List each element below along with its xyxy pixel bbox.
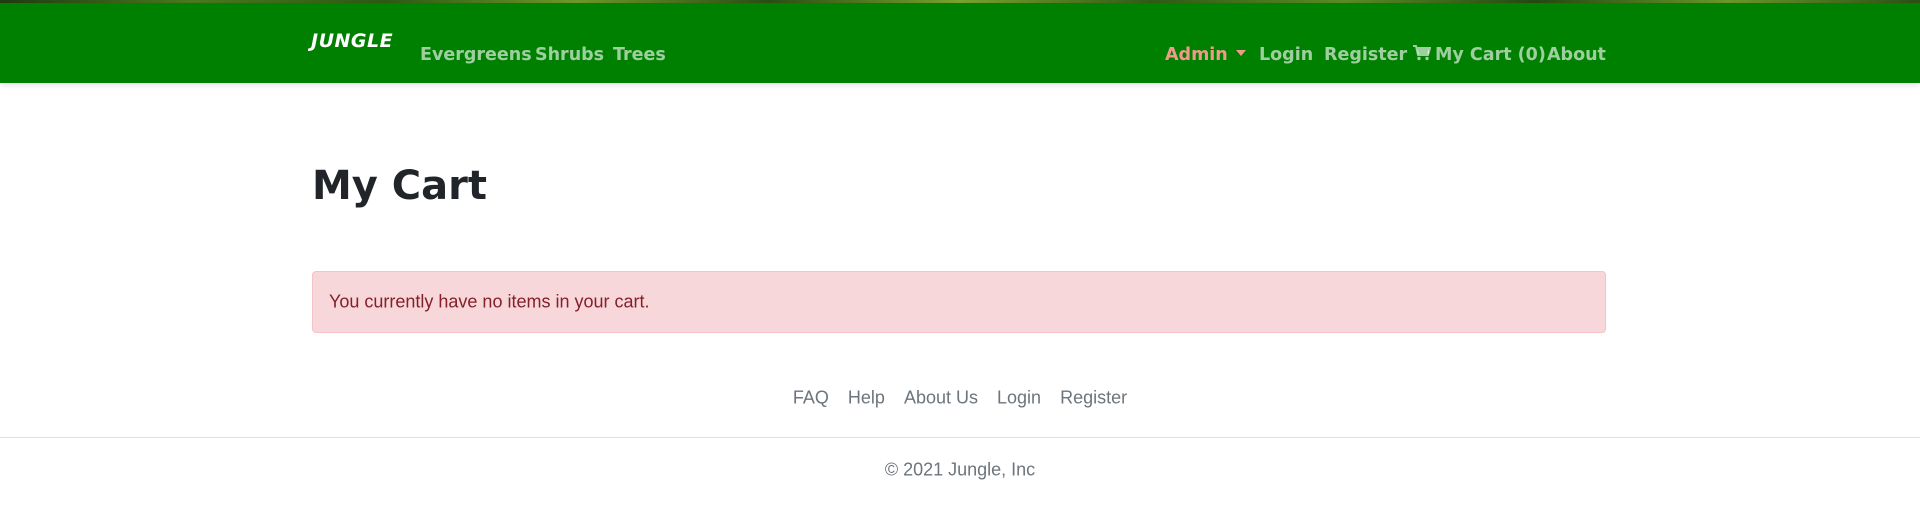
nav-link-about[interactable]: About <box>1547 45 1606 65</box>
nav-link-login[interactable]: Login <box>1259 45 1313 65</box>
cart-label: My Cart (0) <box>1435 45 1546 65</box>
nav-link-evergreens[interactable]: Evergreens <box>420 45 532 65</box>
caret-down-icon <box>1235 50 1246 56</box>
footer-link-faq[interactable]: FAQ <box>793 388 829 408</box>
footer-link-about-us[interactable]: About Us <box>904 388 978 408</box>
empty-cart-alert: You currently have no items in your cart… <box>312 271 1606 333</box>
nav-link-cart[interactable]: My Cart (0) <box>1413 45 1546 65</box>
footer-link-help[interactable]: Help <box>848 388 885 408</box>
empty-cart-message: You currently have no items in your cart… <box>329 291 650 312</box>
page-title: My Cart <box>312 163 487 209</box>
footer-link-login[interactable]: Login <box>997 388 1041 408</box>
nav-link-trees[interactable]: Trees <box>613 45 666 65</box>
footer-divider <box>0 437 1920 438</box>
admin-label: Admin <box>1165 45 1228 65</box>
footer-links: FAQ Help About Us Login Register <box>0 388 1920 409</box>
nav-link-register[interactable]: Register <box>1324 45 1407 65</box>
footer-link-register[interactable]: Register <box>1060 388 1127 408</box>
navbar: JUNGLE Evergreens Shrubs Trees Admin Log… <box>0 3 1920 83</box>
admin-dropdown[interactable]: Admin <box>1165 45 1246 65</box>
copyright: © 2021 Jungle, Inc <box>884 459 1036 480</box>
brand-logo[interactable]: JUNGLE <box>311 30 393 52</box>
shopping-cart-icon <box>1413 45 1431 61</box>
nav-link-shrubs[interactable]: Shrubs <box>535 45 604 65</box>
